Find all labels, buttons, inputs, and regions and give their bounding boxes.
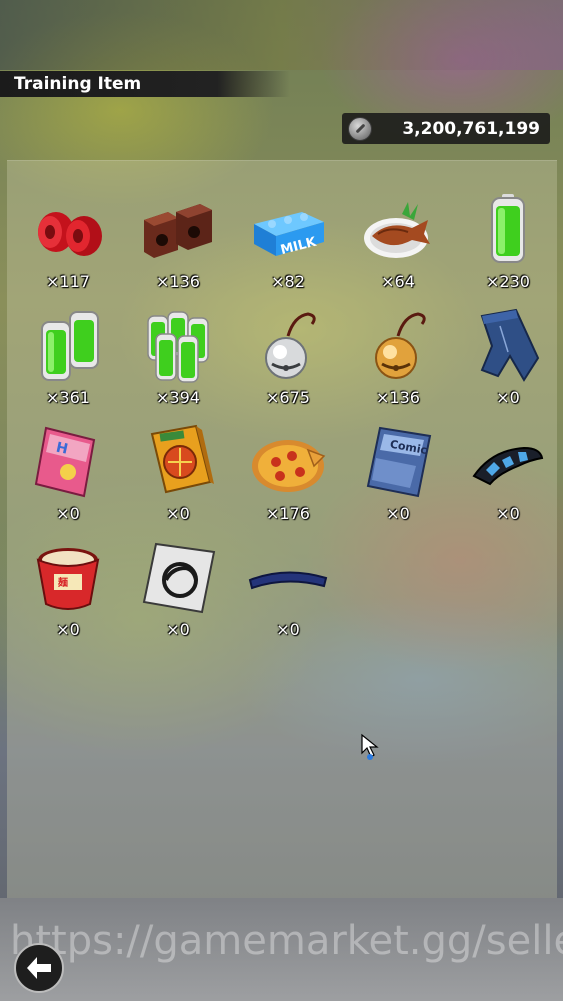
item-count: ×230 <box>486 272 530 291</box>
item-count: ×64 <box>381 272 415 291</box>
item-slot[interactable]: H ×0 <box>13 422 123 532</box>
svg-text:麺: 麺 <box>57 576 68 589</box>
item-count: ×0 <box>496 504 520 523</box>
red-weights-icon <box>38 212 102 256</box>
watermark-text: https://gamemarket.gg/seller/0 <box>10 918 563 964</box>
item-count: ×0 <box>386 504 410 523</box>
item-slot[interactable]: ×0 <box>453 422 563 532</box>
item-count: ×361 <box>46 388 90 407</box>
item-count: ×82 <box>271 272 305 291</box>
item-count: ×0 <box>56 504 80 523</box>
item-slot[interactable]: ×0 <box>123 422 233 532</box>
pizza-icon <box>252 440 326 492</box>
gold-bell-icon <box>375 312 426 379</box>
silver-bell-icon <box>265 312 316 379</box>
item-count: ×0 <box>276 620 300 639</box>
item-slot[interactable]: ×136 <box>343 306 453 416</box>
item-slot[interactable]: ×176 <box>233 422 343 532</box>
item-slot[interactable]: 麺 ×0 <box>13 538 123 648</box>
battery-icon <box>491 194 525 263</box>
item-count: ×136 <box>376 388 420 407</box>
item-count: ×0 <box>166 504 190 523</box>
item-slot[interactable]: ×0 <box>123 538 233 648</box>
back-button[interactable] <box>14 943 64 993</box>
item-count: ×675 <box>266 388 310 407</box>
headband-icon <box>248 571 328 590</box>
item-slot[interactable]: ×0 <box>233 538 343 648</box>
item-count: ×394 <box>156 388 200 407</box>
item-slot[interactable]: ×64 <box>343 190 453 300</box>
item-slot[interactable]: ×361 <box>13 306 123 416</box>
grilled-fish-icon <box>364 202 430 258</box>
milk-carton-icon: MILK <box>254 212 324 258</box>
item-slot[interactable]: ×394 <box>123 306 233 416</box>
item-slot[interactable]: ×675 <box>233 306 343 416</box>
item-slot[interactable]: ×0 <box>453 306 563 416</box>
coin-icon <box>348 116 372 141</box>
item-count: ×176 <box>266 504 310 523</box>
item-count: ×136 <box>156 272 200 291</box>
battery-pair-icon <box>41 311 99 381</box>
battery-pack-icon <box>147 311 209 383</box>
item-count: ×0 <box>496 388 520 407</box>
currency-display: 3,200,761,199 <box>342 113 550 144</box>
item-slot[interactable]: ×117 <box>13 190 123 300</box>
capsule-card-icon <box>142 542 216 614</box>
back-arrow-icon <box>27 957 51 979</box>
comic-book-icon: Comic <box>366 426 432 498</box>
background-top-strip <box>0 0 563 70</box>
mouse-cursor-icon <box>361 733 379 760</box>
item-slot[interactable]: ×230 <box>453 190 563 300</box>
brick-weights-icon <box>144 204 212 258</box>
striped-belt-icon <box>472 446 544 486</box>
page-title: Training Item <box>0 71 290 97</box>
item-count: ×0 <box>166 620 190 639</box>
item-count: ×0 <box>56 620 80 639</box>
jeans-icon <box>480 308 540 382</box>
item-count: ×117 <box>46 272 90 291</box>
magazine-icon: H <box>34 426 96 498</box>
currency-value: 3,200,761,199 <box>402 118 540 139</box>
item-slot[interactable]: Comic ×0 <box>343 422 453 532</box>
cup-noodle-icon: 麺 <box>36 548 100 610</box>
pizza-box-icon <box>150 424 214 494</box>
item-slot[interactable]: ×136 <box>123 190 233 300</box>
item-slot[interactable]: MILK ×82 <box>233 190 343 300</box>
